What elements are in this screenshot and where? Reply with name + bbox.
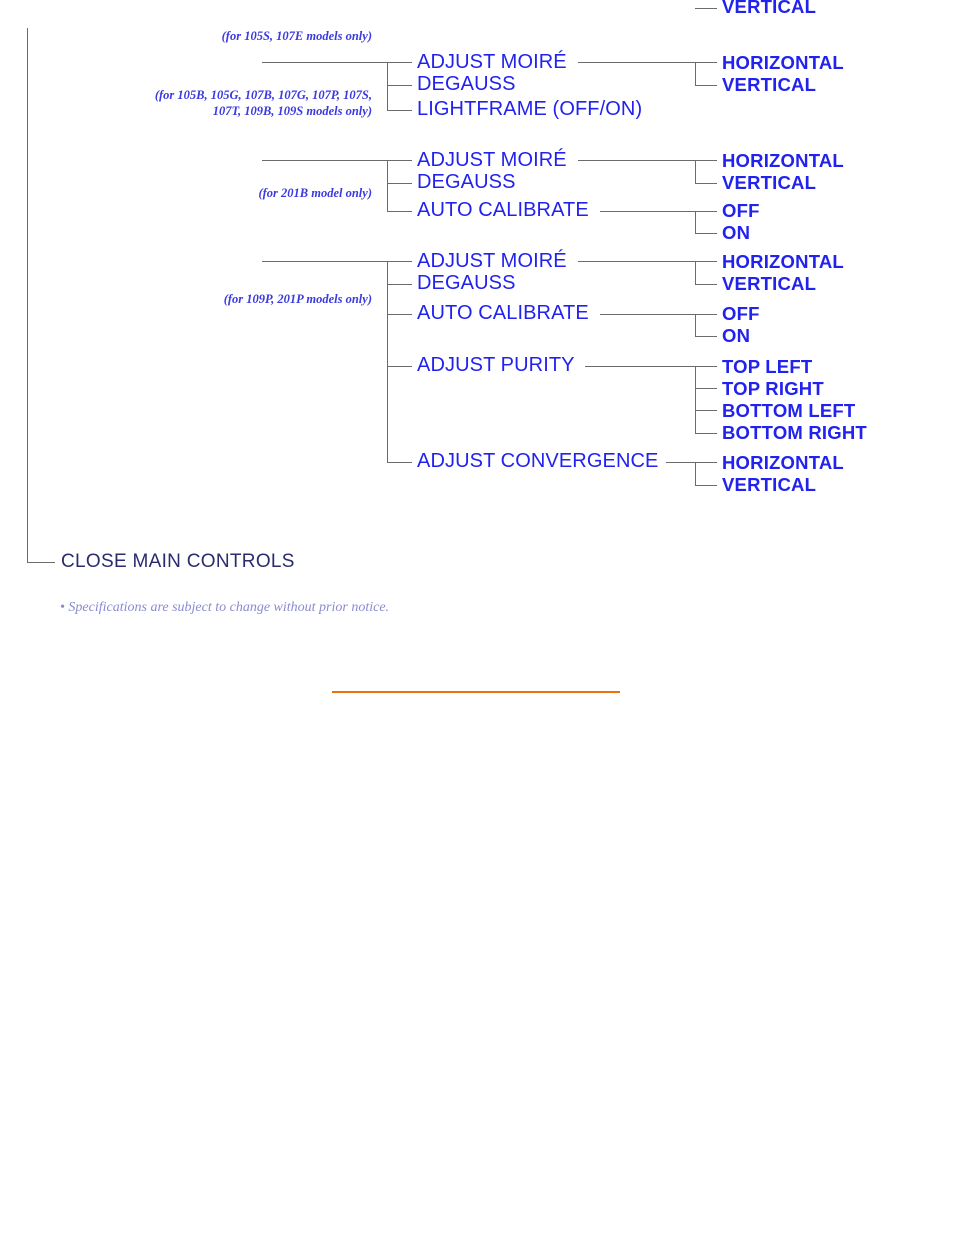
osd-tree-diagram: (for 105S, 107E models only) VERTICAL AD…: [0, 0, 954, 1235]
g1-moire-leaf-spine: [695, 62, 696, 85]
g1-stub-degauss: [387, 85, 412, 86]
g2-stub-vertical: [695, 183, 717, 184]
branch-g2-auto-calibrate: AUTO CALIBRATE: [417, 199, 589, 221]
g3-stub-bottomright: [695, 433, 717, 434]
g3-stub-topleft: [695, 366, 717, 367]
specifications-footnote: • Specifications are subject to change w…: [60, 600, 390, 615]
g2-stub-horizontal: [695, 160, 717, 161]
main-trunk-line: [27, 28, 28, 562]
g3-stub-moire: [387, 261, 412, 262]
g3-purity-to-leaves-line: [585, 366, 695, 367]
g3-spine: [387, 261, 388, 462]
g3-stub-on: [695, 336, 717, 337]
leaf-g3-on: ON: [722, 325, 751, 346]
leaf-g3-bottom-right: BOTTOM RIGHT: [722, 422, 867, 443]
model-note-group3: (for 109P, 201P models only): [223, 292, 372, 306]
g3-stub-vertical: [695, 284, 717, 285]
leaf-g3-bottom-left: BOTTOM LEFT: [722, 400, 856, 421]
g3-convergence-to-leaves-line: [666, 462, 695, 463]
leaf-g3-top-left: TOP LEFT: [722, 356, 813, 377]
close-main-controls-item[interactable]: CLOSE MAIN CONTROLS: [61, 551, 295, 573]
g2-stub-on: [695, 233, 717, 234]
leaf-g1-vertical: VERTICAL: [722, 74, 817, 95]
g2-stub-moire: [387, 160, 412, 161]
g3-stub-horizontal: [695, 261, 717, 262]
g3-moire-to-leaves-line: [578, 261, 695, 262]
g2-input-line: [262, 160, 388, 161]
branch-g1-adjust-moire: ADJUST MOIRÉ: [417, 51, 567, 73]
leaf-g3-off: OFF: [722, 303, 760, 324]
g3-stub-autocal: [387, 314, 412, 315]
leaf-g3-top-right: TOP RIGHT: [722, 378, 824, 399]
leaf-g3-vertical: VERTICAL: [722, 273, 817, 294]
g2-spine: [387, 160, 388, 211]
g2-autocal-leaf-spine: [695, 211, 696, 233]
g2-moire-leaf-spine: [695, 160, 696, 183]
leaf-g3-convergence-vertical: VERTICAL: [722, 474, 817, 495]
leaf-g3-convergence-horizontal: HORIZONTAL: [722, 452, 844, 473]
branch-g1-degauss: DEGAUSS: [417, 73, 516, 95]
g3-stub-convergence: [387, 462, 412, 463]
leaf-g1-horizontal: HORIZONTAL: [722, 52, 844, 73]
g3-purity-leaf-spine: [695, 366, 696, 433]
leaf-g2-on: ON: [722, 222, 751, 243]
g2-stub-off: [695, 211, 717, 212]
g3-autocal-to-leaves-line: [600, 314, 695, 315]
model-note-group2: (for 201B model only): [258, 186, 372, 200]
leaf-g2-vertical: VERTICAL: [722, 172, 817, 193]
g2-stub-degauss: [387, 183, 412, 184]
branch-g2-degauss: DEGAUSS: [417, 171, 516, 193]
g1-stub-horizontal: [695, 62, 717, 63]
g2-moire-to-leaves-line: [578, 160, 695, 161]
g3-stub-conv-horizontal: [695, 462, 717, 463]
bottom-divider-rule: [332, 691, 620, 693]
leaf-g2-horizontal: HORIZONTAL: [722, 150, 844, 171]
g3-stub-bottomleft: [695, 410, 717, 411]
g1-stub-vertical: [695, 85, 717, 86]
g1-input-line: [262, 62, 388, 63]
g3-input-line: [262, 261, 388, 262]
g3-stub-conv-vertical: [695, 485, 717, 486]
branch-g3-degauss: DEGAUSS: [417, 272, 516, 294]
branch-g3-auto-calibrate: AUTO CALIBRATE: [417, 302, 589, 324]
g3-stub-off: [695, 314, 717, 315]
g3-stub-purity: [387, 366, 412, 367]
branch-g2-adjust-moire: ADJUST MOIRÉ: [417, 149, 567, 171]
g3-moire-leaf-spine: [695, 261, 696, 284]
g3-stub-topright: [695, 388, 717, 389]
g1-moire-to-leaves-line: [578, 62, 695, 63]
branch-g3-adjust-moire: ADJUST MOIRÉ: [417, 250, 567, 272]
model-note-group1: (for 105B, 105G, 107B, 107G, 107P, 107S,…: [154, 88, 372, 118]
g1-stub-moire: [387, 62, 412, 63]
g2-stub-autocal: [387, 211, 412, 212]
g3-convergence-leaf-spine: [695, 462, 696, 485]
g2-autocal-to-leaves-line: [600, 211, 695, 212]
leaf-g0-vertical: VERTICAL: [722, 0, 817, 17]
leaf-g2-off: OFF: [722, 200, 760, 221]
branch-g3-adjust-purity: ADJUST PURITY: [417, 354, 575, 376]
model-note-group0: (for 105S, 107E models only): [221, 29, 372, 43]
close-main-controls-connector: [27, 562, 55, 563]
g1-spine: [387, 62, 388, 110]
g3-autocal-leaf-spine: [695, 314, 696, 336]
g0-vertical-connector: [695, 8, 717, 9]
g3-stub-degauss: [387, 284, 412, 285]
g1-stub-lightframe: [387, 110, 412, 111]
leaf-g3-horizontal: HORIZONTAL: [722, 251, 844, 272]
branch-g3-adjust-convergence: ADJUST CONVERGENCE: [417, 450, 659, 472]
branch-g1-lightframe: LIGHTFRAME (OFF/ON): [417, 98, 643, 120]
